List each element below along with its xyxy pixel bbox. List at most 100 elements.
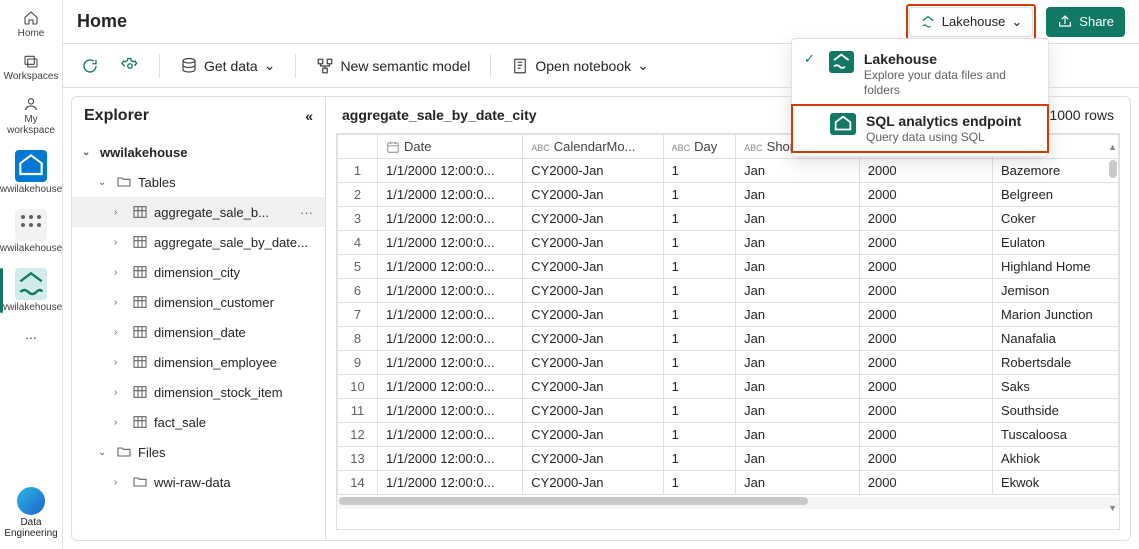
table-row[interactable]: 41/1/2000 12:00:0...CY2000-Jan1Jan2000Eu…: [338, 231, 1119, 255]
table-cell: 1: [663, 159, 736, 183]
table-row[interactable]: 111/1/2000 12:00:0...CY2000-Jan1Jan2000S…: [338, 399, 1119, 423]
table-cell: 2000: [859, 303, 992, 327]
table-row[interactable]: 91/1/2000 12:00:0...CY2000-Jan1Jan2000Ro…: [338, 351, 1119, 375]
table-cell: CY2000-Jan: [523, 423, 663, 447]
table-row[interactable]: 31/1/2000 12:00:0...CY2000-Jan1Jan2000Co…: [338, 207, 1119, 231]
new-model-button[interactable]: New semantic model: [310, 53, 476, 79]
table-cell: Belgreen: [992, 183, 1118, 207]
table-cell: 2000: [859, 351, 992, 375]
rail-lakehouse-selected[interactable]: wwilakehouse: [0, 264, 62, 317]
table-cell: Jan: [736, 375, 860, 399]
tree-tables-folder[interactable]: ⌄Tables: [72, 167, 325, 197]
rail-label: My workspace: [0, 114, 62, 136]
vertical-scrollbar-thumb[interactable]: [1109, 160, 1117, 178]
row-number-cell: 7: [338, 303, 378, 327]
tree-label: wwilakehouse: [100, 145, 317, 160]
more-actions-button[interactable]: ···: [296, 205, 317, 220]
table-row[interactable]: 11/1/2000 12:00:0...CY2000-Jan1Jan2000Ba…: [338, 159, 1119, 183]
tree-table-item[interactable]: ›dimension_city: [72, 257, 325, 287]
row-number-cell: 13: [338, 447, 378, 471]
refresh-button[interactable]: [75, 53, 105, 79]
tree-label: fact_sale: [154, 415, 317, 430]
table-row[interactable]: 61/1/2000 12:00:0...CY2000-Jan1Jan2000Je…: [338, 279, 1119, 303]
tree-table-item[interactable]: ›dimension_stock_item: [72, 377, 325, 407]
menu-title: Lakehouse: [864, 51, 1036, 67]
rail-label: wwilakehouse: [0, 184, 62, 195]
tree-label: Tables: [138, 175, 317, 190]
rail-my-workspace[interactable]: My workspace: [0, 92, 62, 140]
tree-label: aggregate_sale_b...: [154, 205, 290, 220]
menu-item-sql-endpoint[interactable]: SQL analytics endpoint Query data using …: [792, 105, 1048, 152]
table-cell: CY2000-Jan: [523, 183, 663, 207]
tree-table-item[interactable]: ›aggregate_sale_by_date...: [72, 227, 325, 257]
tree-table-item[interactable]: ›dimension_customer: [72, 287, 325, 317]
tree-table-item[interactable]: › aggregate_sale_b... ···: [72, 197, 325, 227]
open-notebook-button[interactable]: Open notebook ⌄: [505, 53, 654, 79]
table-row[interactable]: 101/1/2000 12:00:0...CY2000-Jan1Jan2000S…: [338, 375, 1119, 399]
rail-lakehouse-blue[interactable]: wwilakehouse: [0, 146, 62, 199]
page-title: Home: [77, 11, 127, 32]
table-row[interactable]: 141/1/2000 12:00:0...CY2000-Jan1Jan2000E…: [338, 471, 1119, 495]
table-cell: 1/1/2000 12:00:0...: [378, 399, 523, 423]
person-icon: [23, 96, 39, 112]
scrollbar-thumb[interactable]: [339, 497, 808, 505]
data-grid[interactable]: ▲ ▼ DateABCCalendarMo...ABCDayABCShortMo…: [336, 133, 1120, 530]
share-button[interactable]: Share: [1046, 7, 1125, 37]
type-badge: ABC: [744, 143, 763, 153]
column-header[interactable]: ABCDay: [663, 135, 736, 159]
rail-lakehouse-dots[interactable]: wwilakehouse: [0, 205, 62, 258]
tree-table-item[interactable]: ›dimension_date: [72, 317, 325, 347]
table-cell: 2000: [859, 423, 992, 447]
rail-label: ...: [25, 327, 37, 342]
lakehouse-mode-dropdown[interactable]: Lakehouse ⌄: [909, 7, 1034, 37]
tree-files-folder[interactable]: ⌄Files: [72, 437, 325, 467]
collapse-panel-button[interactable]: «: [305, 108, 313, 124]
rail-more[interactable]: ...: [0, 323, 62, 346]
database-icon: [180, 57, 198, 75]
table-cell: 2000: [859, 207, 992, 231]
row-count-label: 1000 rows: [1049, 107, 1114, 123]
scroll-down-icon[interactable]: ▼: [1108, 503, 1117, 513]
table-row[interactable]: 121/1/2000 12:00:0...CY2000-Jan1Jan2000T…: [338, 423, 1119, 447]
rail-home[interactable]: Home: [0, 6, 62, 43]
table-cell: 1/1/2000 12:00:0...: [378, 303, 523, 327]
column-header[interactable]: ABCCalendarMo...: [523, 135, 663, 159]
table-cell: 1: [663, 471, 736, 495]
table-cell: Jan: [736, 471, 860, 495]
menu-item-lakehouse[interactable]: ✓ Lakehouse Explore your data files and …: [792, 43, 1048, 105]
rail-persona[interactable]: Data Engineering: [0, 487, 62, 549]
table-row[interactable]: 71/1/2000 12:00:0...CY2000-Jan1Jan2000Ma…: [338, 303, 1119, 327]
table-row[interactable]: 51/1/2000 12:00:0...CY2000-Jan1Jan2000Hi…: [338, 255, 1119, 279]
table-cell: 1/1/2000 12:00:0...: [378, 159, 523, 183]
table-cell: Bazemore: [992, 159, 1118, 183]
table-cell: 2000: [859, 159, 992, 183]
home-icon: [23, 10, 39, 26]
rail-workspaces[interactable]: Workspaces: [0, 49, 62, 86]
column-header[interactable]: Date: [378, 135, 523, 159]
tree-label: dimension_employee: [154, 355, 317, 370]
tree-folder-item[interactable]: ›wwi-raw-data: [72, 467, 325, 497]
tree-table-item[interactable]: › fact_sale: [72, 407, 325, 437]
table-row[interactable]: 81/1/2000 12:00:0...CY2000-Jan1Jan2000Na…: [338, 327, 1119, 351]
table-cell: CY2000-Jan: [523, 375, 663, 399]
tree-root[interactable]: ⌄wwilakehouse: [72, 137, 325, 167]
refresh-icon: [81, 57, 99, 75]
table-row[interactable]: 21/1/2000 12:00:0...CY2000-Jan1Jan2000Be…: [338, 183, 1119, 207]
table-cell: 1: [663, 351, 736, 375]
menu-subtitle: Query data using SQL: [866, 130, 985, 144]
tree-table-item[interactable]: ›dimension_employee: [72, 347, 325, 377]
horizontal-scrollbar[interactable]: [337, 497, 1119, 509]
chevron-right-icon: ›: [114, 207, 126, 218]
workspaces-icon: [23, 53, 39, 69]
chevron-right-icon: ›: [114, 417, 126, 428]
row-number-cell: 1: [338, 159, 378, 183]
get-data-button[interactable]: Get data ⌄: [174, 53, 281, 79]
scroll-up-icon[interactable]: ▲: [1108, 142, 1117, 152]
table-row[interactable]: 131/1/2000 12:00:0...CY2000-Jan1Jan2000A…: [338, 447, 1119, 471]
share-icon: [1057, 14, 1073, 30]
table-icon: [132, 234, 148, 250]
table-cell: CY2000-Jan: [523, 207, 663, 231]
column-label: CalendarMo...: [554, 139, 636, 154]
settings-button[interactable]: [115, 53, 145, 79]
rail-label: Workspaces: [4, 71, 59, 82]
